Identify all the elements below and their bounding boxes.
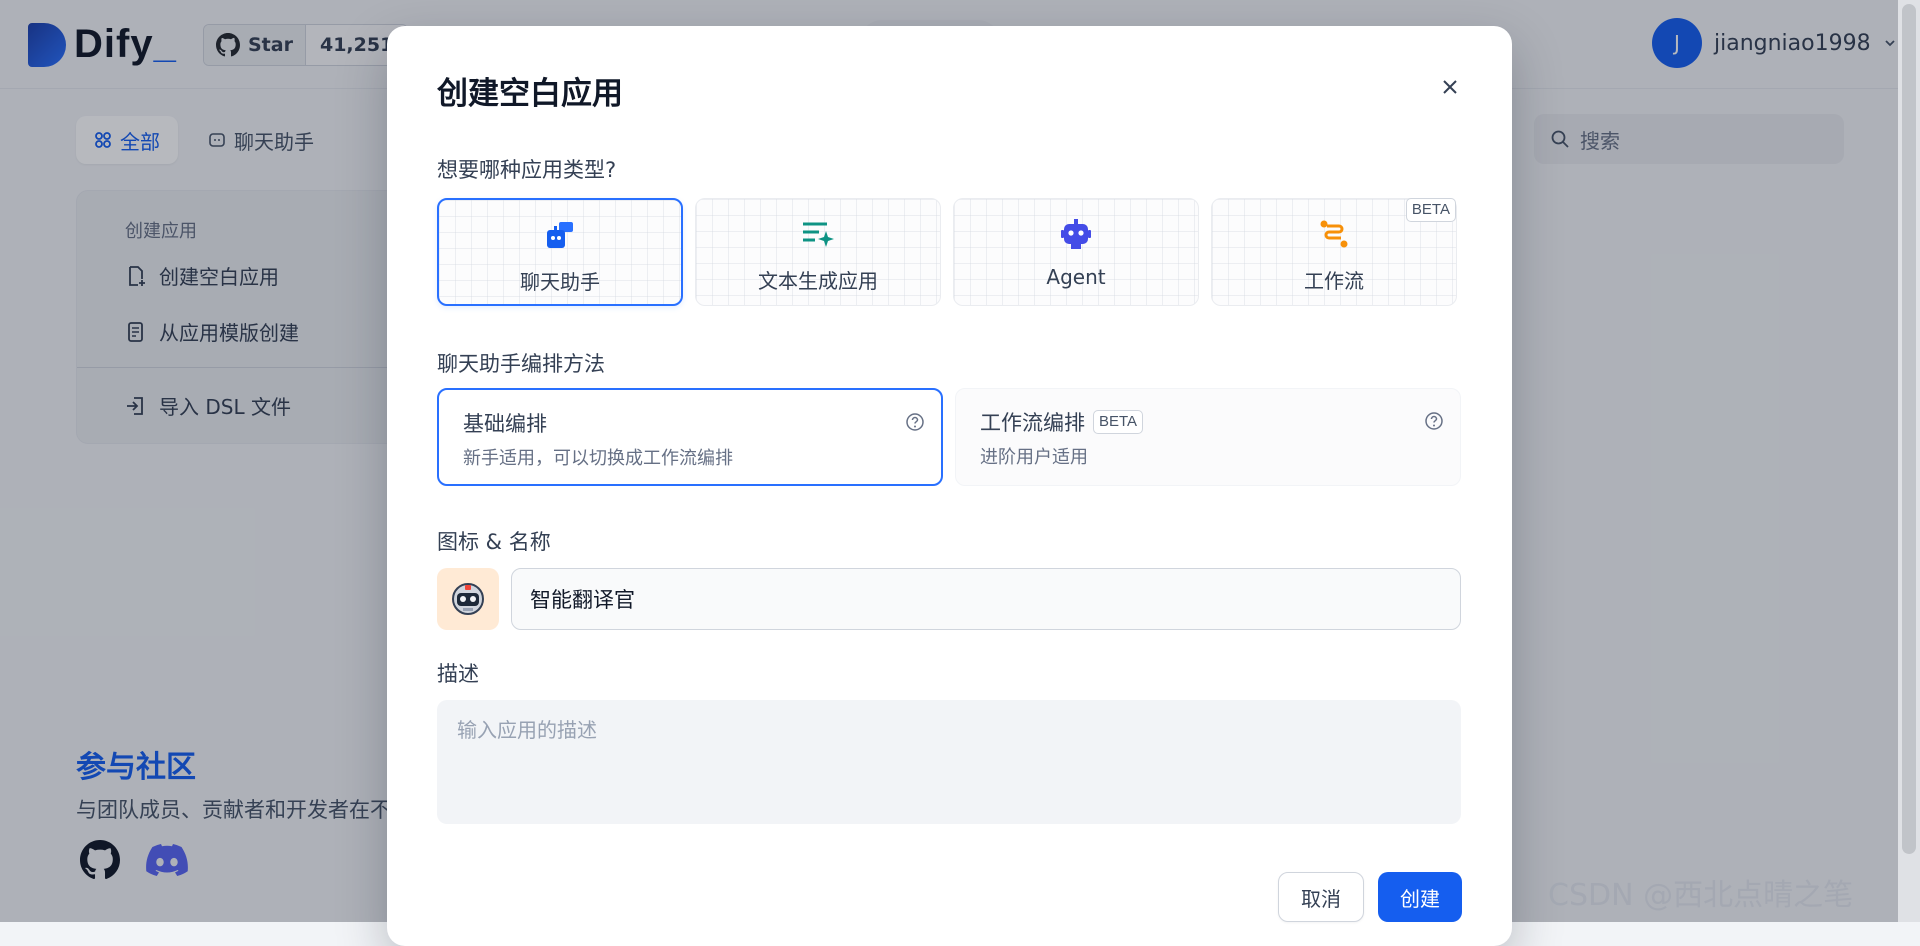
mode-title: 基础编排 [463,412,547,436]
app-type-text-generation[interactable]: 文本生成应用 [695,198,941,306]
app-type-workflow[interactable]: BETA 工作流 [1211,198,1457,306]
chat-bot-icon [547,222,573,248]
watermark-text: CSDN @西北点晴之笔 [1548,878,1854,913]
app-name-input[interactable] [511,568,1461,630]
app-type-label: 文本生成应用 [758,269,878,293]
close-icon [1443,80,1457,94]
cancel-button[interactable]: 取消 [1278,872,1364,922]
app-type-agent[interactable]: Agent [953,198,1199,306]
description-textarea[interactable] [437,700,1461,824]
app-type-label: Agent [1046,265,1106,289]
workflow-icon [1320,220,1348,248]
help-icon[interactable] [1424,411,1444,431]
mode-workflow[interactable]: 工作流编排 BETA 进阶用户适用 [955,388,1461,486]
app-type-label: 工作流 [1304,269,1364,293]
text-generation-icon [803,222,834,247]
app-type-label: 聊天助手 [520,270,600,294]
scrollbar-thumb[interactable] [1902,4,1916,854]
create-button[interactable]: 创建 [1378,872,1462,922]
mode-title: 工作流编排 [980,411,1085,435]
orchestration-method-label: 聊天助手编排方法 [437,352,605,376]
app-icon-picker[interactable] [437,568,499,630]
app-type-grid: 聊天助手 文本生成应用 Agent BETA 工作流 [437,198,1457,306]
create-app-modal: 创建空白应用 想要哪种应用类型? 聊天助手 文本生成应用 Agent BETA [387,26,1512,946]
mode-desc: 进阶用户适用 [980,447,1088,468]
orchestration-mode-row: 基础编排 新手适用，可以切换成工作流编排 工作流编排 BETA 进阶用户适用 [437,388,1461,486]
description-label: 描述 [437,662,479,686]
robot-icon [452,583,484,615]
beta-badge: BETA [1093,410,1144,434]
mode-desc: 新手适用，可以切换成工作流编排 [463,448,733,469]
agent-robot-icon [1061,219,1091,249]
page-scrollbar[interactable] [1898,0,1920,922]
mode-basic[interactable]: 基础编排 新手适用，可以切换成工作流编排 [437,388,943,486]
help-icon[interactable] [905,412,925,432]
modal-title: 创建空白应用 [437,76,623,112]
icon-name-label: 图标 & 名称 [437,530,551,554]
close-button[interactable] [1435,72,1465,102]
app-type-question: 想要哪种应用类型? [437,158,617,182]
app-type-chat-assistant[interactable]: 聊天助手 [437,198,683,306]
